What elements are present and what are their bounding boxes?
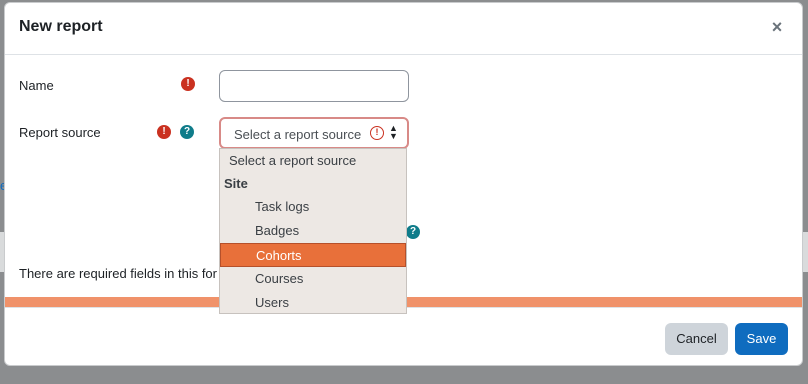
select-arrows-icon: ▲ ▼ xyxy=(389,123,398,141)
select-value: Select a report source xyxy=(234,127,362,142)
help-icon[interactable]: ? xyxy=(406,225,420,239)
dropdown-placeholder[interactable]: Select a report source xyxy=(220,149,406,173)
report-source-dropdown: Select a report source Site Task logs Ba… xyxy=(219,148,407,314)
error-icon: ! xyxy=(370,126,384,140)
report-source-label: Report source xyxy=(19,125,101,140)
dropdown-option-users[interactable]: Users xyxy=(220,291,406,315)
name-label: Name xyxy=(19,78,54,93)
modal-footer: Cancel Save xyxy=(5,307,802,365)
dropdown-option-cohorts[interactable]: Cohorts xyxy=(220,243,406,267)
close-button[interactable]: × xyxy=(768,17,786,37)
name-input[interactable] xyxy=(219,70,409,102)
help-icon[interactable]: ? xyxy=(180,125,194,139)
modal-title: New report xyxy=(19,18,103,35)
required-icon: ! xyxy=(181,77,195,91)
dropdown-group-site: Site xyxy=(224,176,248,191)
required-fields-note: There are required fields in this for xyxy=(19,266,217,281)
cancel-button[interactable]: Cancel xyxy=(665,323,728,355)
dropdown-option-courses[interactable]: Courses xyxy=(220,267,406,291)
report-source-select[interactable]: Select a report source ! ▲ ▼ xyxy=(219,117,409,149)
dropdown-option-badges[interactable]: Badges xyxy=(220,219,406,243)
required-icon: ! xyxy=(157,125,171,139)
dropdown-option-task-logs[interactable]: Task logs xyxy=(220,195,406,219)
save-button[interactable]: Save xyxy=(735,323,788,355)
modal-header: New report × xyxy=(5,3,802,55)
